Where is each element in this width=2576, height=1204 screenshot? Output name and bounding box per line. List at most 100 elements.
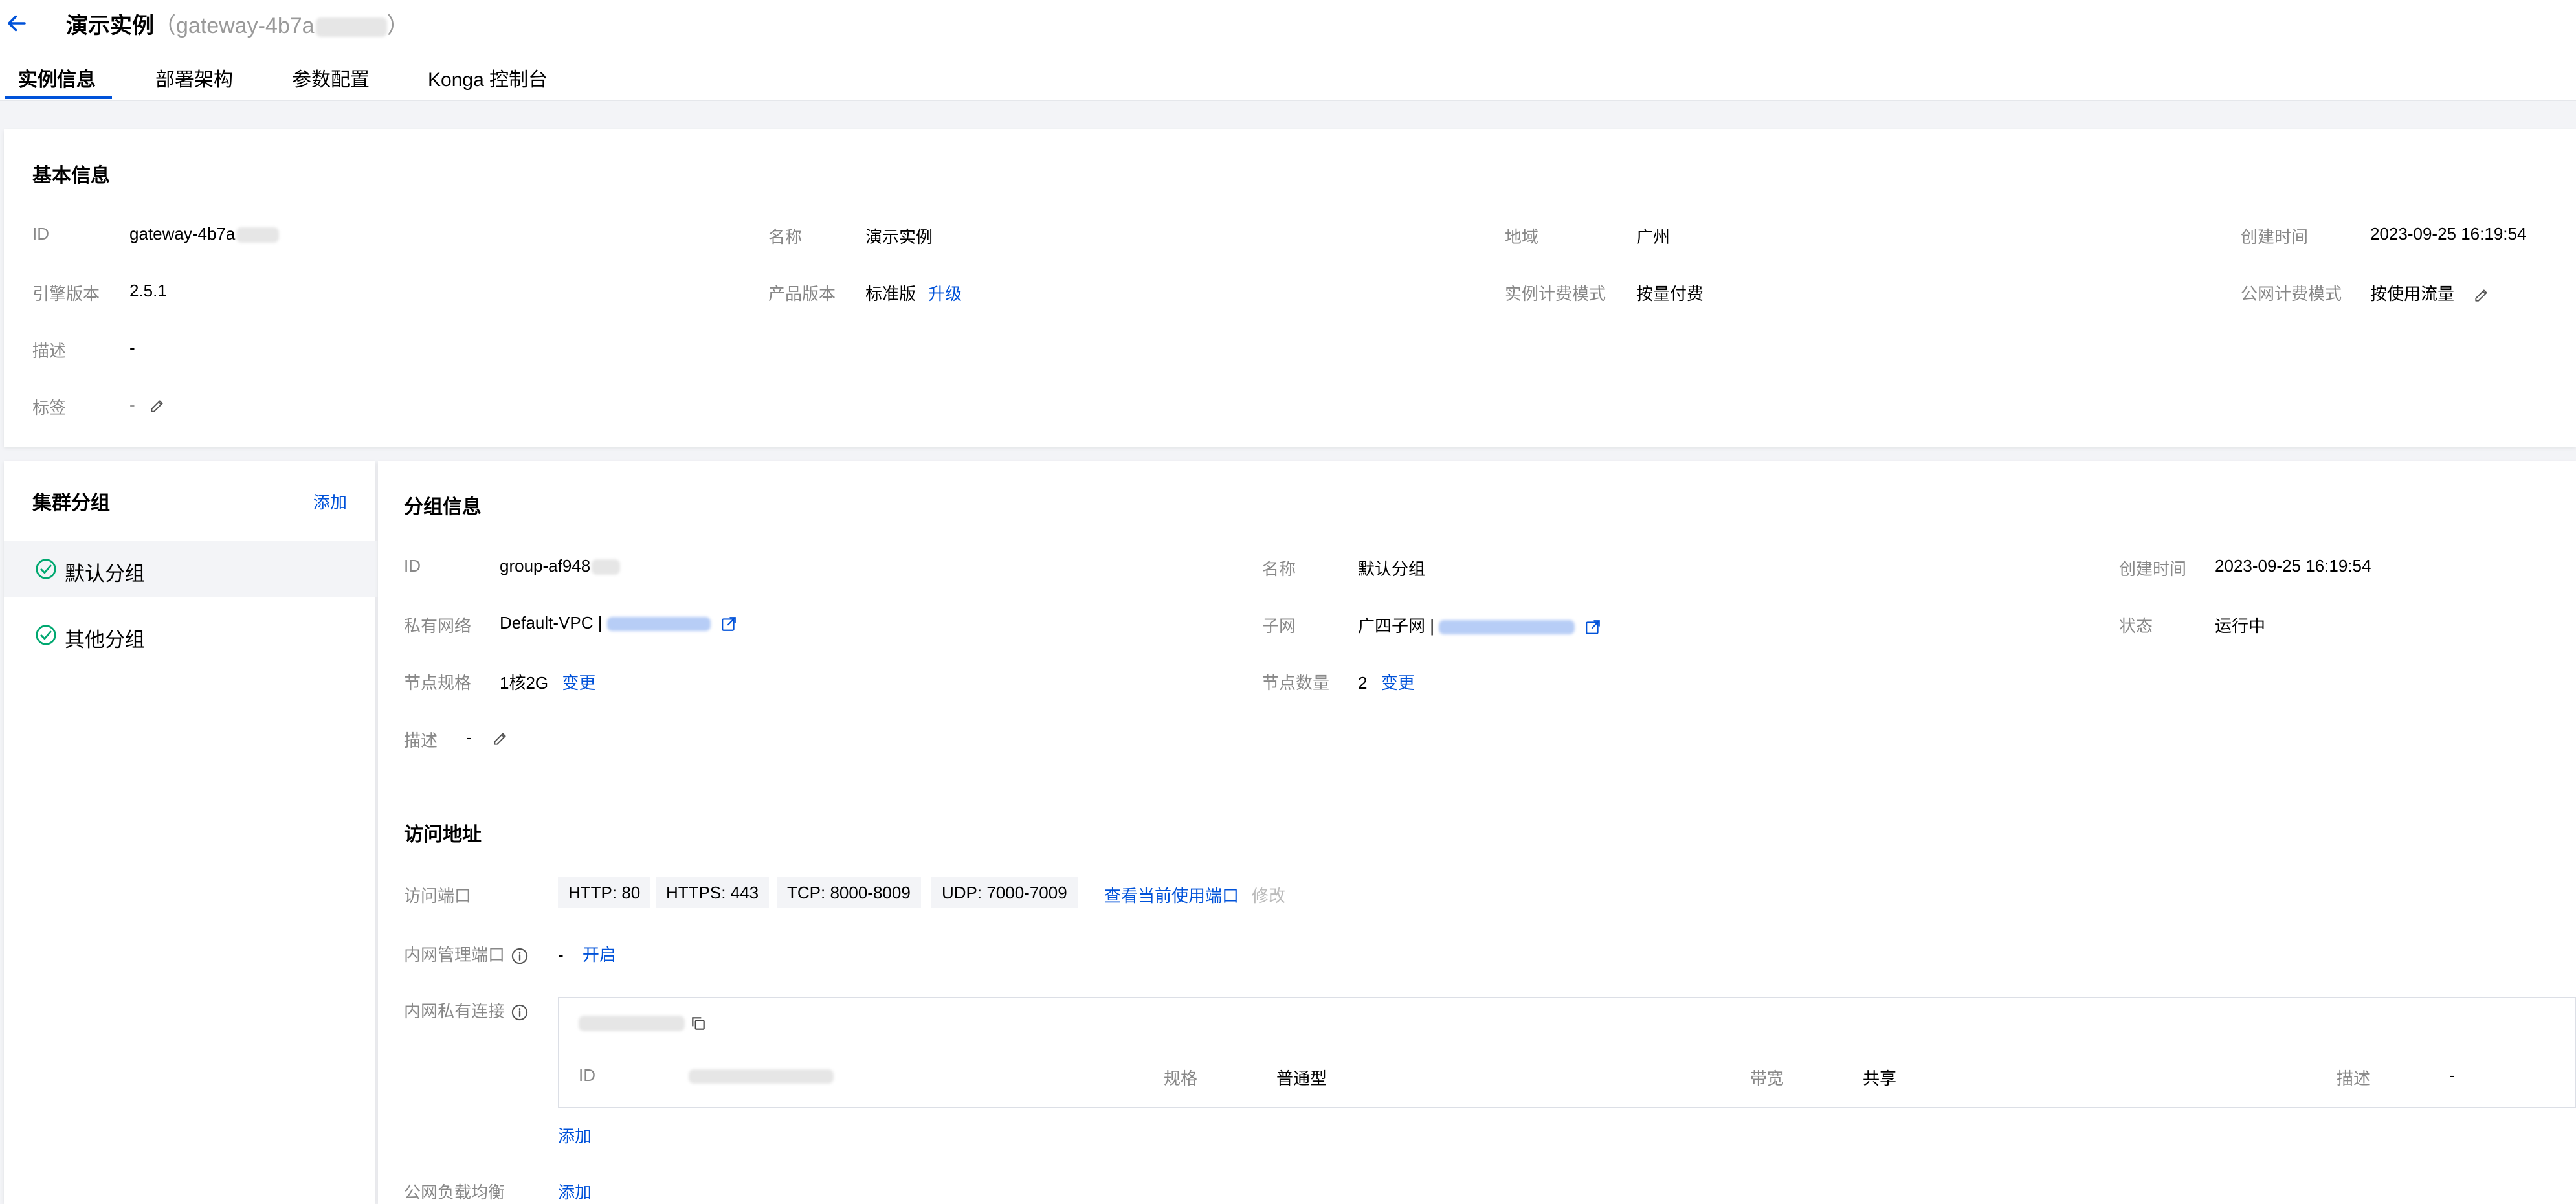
description-label: 描述 bbox=[32, 341, 67, 361]
group-created-value: 2023-09-25 16:19:54 bbox=[2215, 556, 2371, 575]
private-link-label: 内网私有连接 bbox=[404, 998, 529, 1022]
page-title-instance-id-text: （gateway-4b7a bbox=[154, 14, 315, 38]
group-name-label: 名称 bbox=[1262, 559, 1296, 579]
admin-port-label-text: 内网管理端口 bbox=[404, 945, 505, 964]
access-ports-label: 访问端口 bbox=[404, 886, 472, 906]
private-link-desc-value: - bbox=[2449, 1065, 2455, 1085]
view-used-ports-link[interactable]: 查看当前使用端口 bbox=[1104, 883, 1239, 907]
public-lb-label: 公网负载均衡 bbox=[404, 1183, 505, 1202]
change-spec-link[interactable]: 变更 bbox=[562, 673, 595, 693]
redacted-block bbox=[315, 17, 387, 38]
engine-version-value: 2.5.1 bbox=[129, 281, 167, 300]
private-link-label-text: 内网私有连接 bbox=[404, 1001, 505, 1021]
group-id-value: group-af948 bbox=[500, 556, 621, 576]
private-link-spec-value: 普通型 bbox=[1276, 1069, 1327, 1088]
add-public-lb-link[interactable]: 添加 bbox=[558, 1179, 592, 1203]
edit-icon[interactable] bbox=[492, 730, 509, 747]
group-created-label: 创建时间 bbox=[2119, 559, 2187, 579]
billing-mode-value: 按量付费 bbox=[1636, 284, 1704, 304]
tab-deployment-architecture[interactable]: 部署架构 bbox=[155, 63, 233, 92]
edit-icon[interactable] bbox=[2473, 287, 2490, 304]
change-count-link[interactable]: 变更 bbox=[1381, 673, 1415, 693]
active-tab-indicator bbox=[5, 96, 112, 99]
node-count-value: 2 变更 bbox=[1358, 670, 1415, 694]
engine-version-label: 引擎版本 bbox=[32, 284, 100, 304]
subnet-label: 子网 bbox=[1262, 616, 1296, 636]
redacted-block bbox=[689, 1069, 834, 1084]
upgrade-link[interactable]: 升级 bbox=[928, 284, 962, 304]
private-link-bandwidth-label: 带宽 bbox=[1750, 1069, 1784, 1088]
page-title-text: 演示实例 bbox=[66, 14, 154, 38]
vpc-value: Default-VPC | bbox=[500, 613, 737, 633]
admin-port-value-text: - bbox=[558, 945, 564, 964]
sidebar-title: 集群分组 bbox=[32, 493, 110, 514]
vpc-label: 私有网络 bbox=[404, 616, 472, 636]
external-link-icon[interactable] bbox=[720, 616, 737, 632]
basic-info-card: 基本信息 ID gateway-4b7a 名称 演示实例 地域 广州 创建时间 … bbox=[4, 129, 2576, 447]
node-spec-text: 1核2G bbox=[500, 673, 549, 693]
vpc-value-text: Default-VPC | bbox=[500, 613, 603, 632]
modify-ports-link[interactable]: 修改 bbox=[1252, 883, 1285, 907]
redacted-block bbox=[236, 227, 280, 243]
group-name-value: 默认分组 bbox=[1358, 559, 1426, 579]
copy-icon[interactable] bbox=[690, 1015, 707, 1032]
port-tag-http: HTTP: 80 bbox=[558, 877, 651, 908]
net-billing-mode-value: 按使用流量 bbox=[2370, 281, 2490, 305]
redacted-subnet-link[interactable] bbox=[1439, 620, 1575, 635]
sidebar-item-other-group[interactable]: 其他分组 bbox=[4, 607, 379, 663]
tab-instance-info[interactable]: 实例信息 bbox=[18, 63, 96, 92]
info-circle-icon[interactable] bbox=[511, 947, 529, 965]
private-link-bandwidth-value: 共享 bbox=[1863, 1069, 1897, 1088]
private-link-spec-label: 规格 bbox=[1164, 1069, 1198, 1088]
add-group-link[interactable]: 添加 bbox=[313, 489, 347, 513]
node-spec-label: 节点规格 bbox=[404, 673, 472, 693]
product-edition-value: 标准版 升级 bbox=[865, 281, 962, 305]
top-bar: 演示实例（gateway-4b7a） 实例信息 部署架构 参数配置 Konga … bbox=[0, 0, 2576, 101]
external-link-icon[interactable] bbox=[1584, 619, 1601, 636]
enable-admin-port-link[interactable]: 开启 bbox=[583, 945, 616, 964]
private-link-address bbox=[579, 1015, 707, 1032]
group-desc-value: - bbox=[466, 728, 509, 748]
check-circle-icon bbox=[36, 559, 56, 579]
net-billing-mode-text: 按使用流量 bbox=[2370, 284, 2455, 304]
node-count-text: 2 bbox=[1358, 673, 1368, 693]
name-label: 名称 bbox=[768, 227, 803, 247]
sidebar-item-default-group[interactable]: 默认分组 bbox=[4, 541, 379, 597]
private-link-box: ID 规格 普通型 带宽 共享 描述 - bbox=[558, 997, 2576, 1108]
tab-konga-console[interactable]: Konga 控制台 bbox=[428, 63, 548, 92]
port-tag-https: HTTPS: 443 bbox=[656, 877, 770, 908]
net-billing-mode-label: 公网计费模式 bbox=[2241, 284, 2342, 304]
private-link-desc-label: 描述 bbox=[2337, 1069, 2371, 1088]
redacted-vpc-link[interactable] bbox=[606, 617, 711, 632]
group-desc-label: 描述 bbox=[404, 731, 438, 750]
subnet-value: 广四子网 | bbox=[1358, 613, 1601, 637]
redacted-block bbox=[579, 1016, 685, 1031]
billing-mode-label: 实例计费模式 bbox=[1505, 284, 1606, 304]
status-label: 状态 bbox=[2119, 616, 2153, 636]
id-label: ID bbox=[32, 224, 49, 243]
add-private-link[interactable]: 添加 bbox=[558, 1123, 592, 1147]
access-address-title: 访问地址 bbox=[404, 824, 482, 845]
product-edition-text: 标准版 bbox=[865, 284, 916, 304]
node-count-label: 节点数量 bbox=[1262, 673, 1330, 693]
tab-parameter-config[interactable]: 参数配置 bbox=[292, 63, 370, 92]
tag-label: 标签 bbox=[32, 398, 67, 418]
product-edition-label: 产品版本 bbox=[768, 284, 836, 304]
redacted-block bbox=[592, 559, 621, 575]
tag-value-text: - bbox=[129, 395, 135, 414]
sidebar-item-label: 默认分组 bbox=[65, 563, 145, 585]
edit-icon[interactable] bbox=[149, 397, 166, 414]
page-title-instance-id: （gateway-4b7a） bbox=[154, 14, 409, 38]
group-desc-text: - bbox=[466, 728, 472, 747]
tag-value: - bbox=[129, 395, 166, 415]
node-spec-value: 1核2G 变更 bbox=[500, 670, 595, 694]
name-value: 演示实例 bbox=[865, 227, 933, 247]
arrow-left-icon[interactable] bbox=[5, 12, 28, 35]
region-label: 地域 bbox=[1505, 227, 1539, 247]
check-circle-icon bbox=[36, 625, 56, 645]
group-info-title: 分组信息 bbox=[404, 496, 482, 518]
id-value: gateway-4b7a bbox=[129, 224, 280, 244]
info-circle-icon[interactable] bbox=[511, 1003, 529, 1021]
group-id-text: group-af948 bbox=[500, 556, 591, 575]
admin-port-value: - 开启 bbox=[558, 942, 616, 966]
